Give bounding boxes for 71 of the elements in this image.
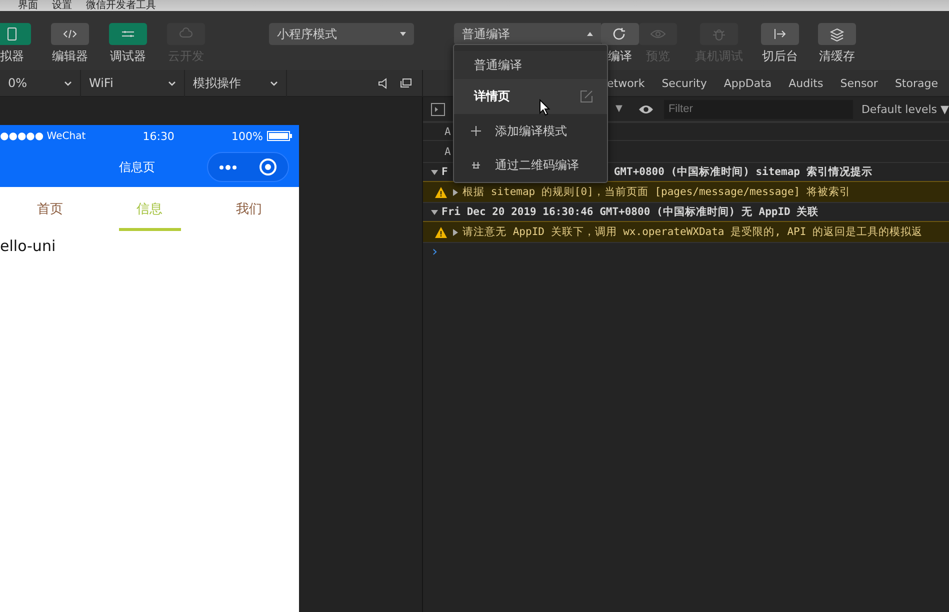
expand-arrow-icon[interactable]	[430, 168, 438, 176]
log-group-title: Fri Dec 20 2019 16:30:46 GMT+0800 (中国标准时间) 无 AppID 关联	[442, 205, 819, 219]
devtools-tab[interactable]: Storage	[894, 77, 938, 90]
warning-message: 根据 sitemap 的规则[0]，当前页面 [pages/message/message] 将被索引	[462, 185, 850, 199]
devtools-tab[interactable]: etwork	[607, 77, 645, 90]
speaker-icon[interactable]	[378, 78, 388, 88]
page-text: ello-uni	[0, 237, 57, 255]
menu-item[interactable]: 普通编译	[454, 51, 607, 79]
toolbar-button[interactable]	[818, 23, 856, 45]
more-icon[interactable]	[219, 164, 237, 170]
mode-select[interactable]: 小程序模式	[269, 23, 414, 45]
capsule-button[interactable]	[207, 152, 289, 182]
caret-icon	[400, 32, 406, 36]
expand-arrow-icon[interactable]	[430, 208, 438, 216]
toolbar-button[interactable]	[761, 23, 799, 45]
log-message: A	[444, 126, 451, 138]
filter-field[interactable]: Filter	[664, 100, 854, 118]
chevron-icon	[64, 80, 72, 86]
chevron-icon	[168, 80, 176, 86]
compile-select[interactable]: 普通编译	[454, 23, 601, 45]
log-group-title: F	[442, 166, 448, 178]
edit-icon[interactable]	[580, 90, 593, 103]
toolbar-label: 拟器	[0, 48, 24, 65]
toolbar-label: 清缓存	[819, 48, 855, 65]
page-title: 信息页	[119, 158, 155, 176]
mouse-cursor-icon	[539, 99, 551, 116]
console-icon[interactable]	[430, 102, 445, 116]
carrier-text: ●●●●● WeChat	[0, 130, 86, 142]
toolbar-label: 编译	[608, 48, 632, 65]
battery-icon	[266, 131, 293, 141]
menu-item[interactable]: 添加编译模式	[454, 114, 607, 148]
arrow-icon	[772, 26, 788, 42]
menu-item[interactable]: 微信开发者工具	[86, 1, 156, 11]
window-icon[interactable]	[400, 78, 412, 88]
eye-icon[interactable]	[638, 104, 654, 114]
log-group-title: GMT+0800 (中国标准时间) sitemap 索引情况提示	[614, 165, 872, 179]
page-tab[interactable]: 首页	[36, 200, 63, 218]
menu-item[interactable]: 设置	[52, 1, 72, 11]
battery-text: 100%	[232, 130, 263, 142]
toolbar-button[interactable]	[601, 23, 639, 45]
menu-item[interactable]: 界面	[18, 1, 38, 11]
toolbar-label: 调试器	[110, 48, 146, 65]
refresh-icon	[612, 26, 628, 42]
expand-arrow-icon[interactable]	[452, 188, 459, 196]
toolbar-button[interactable]	[0, 23, 31, 45]
menu-item[interactable]: 通过二维码编译	[454, 148, 607, 182]
devtools-tab[interactable]: AppData	[724, 77, 772, 90]
layers-icon	[829, 26, 845, 42]
devtools-tab[interactable]: Audits	[788, 77, 824, 90]
menu-item[interactable]: 详情页	[454, 79, 607, 114]
time-text: 16:30	[142, 130, 174, 142]
tab-underline	[118, 228, 180, 230]
toolbar-label: 切后台	[762, 48, 798, 65]
plus-icon	[471, 126, 481, 136]
bug-icon	[711, 26, 727, 42]
caret-icon	[587, 32, 593, 36]
toolbar-label: 编辑器	[52, 48, 88, 65]
log-message: A	[444, 146, 451, 158]
page-tab[interactable]: 我们	[236, 200, 262, 218]
devtools-tab[interactable]: Sensor	[840, 77, 878, 90]
toolbar-button[interactable]	[51, 23, 89, 45]
warning-icon	[434, 226, 447, 238]
warning-icon	[434, 186, 447, 198]
toolbar-button[interactable]	[109, 23, 147, 45]
warning-message: 请注意无 AppID 关联下，调用 wx.operateWXData 是受限的, API 的返回是工具的模拟返	[462, 225, 922, 239]
expand-arrow-icon[interactable]	[452, 228, 459, 236]
levels-select[interactable]: Default levels ▼	[861, 102, 949, 116]
devtools-tab[interactable]: Security	[662, 77, 707, 90]
console-prompt[interactable]: ›	[430, 244, 439, 260]
chevron-icon	[270, 80, 278, 86]
dropdown-caret[interactable]: ▼	[616, 104, 622, 114]
